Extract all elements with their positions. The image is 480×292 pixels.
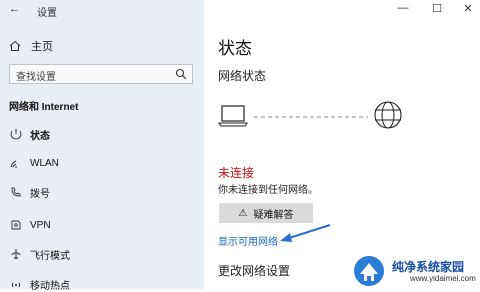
- network-diagram: [218, 101, 402, 129]
- sidebar-item-label: VPN: [30, 219, 51, 231]
- network-status-heading: 网络状态: [218, 69, 267, 83]
- dialup-icon: [9, 186, 23, 198]
- sidebar-item-label: WLAN: [30, 157, 59, 169]
- watermark: 纯净系统家园 www.yidaimei.com: [352, 252, 480, 289]
- sidebar-item-wlan[interactable]: WLAN: [9, 155, 59, 171]
- annotation-arrow-icon: [280, 223, 331, 242]
- show-available-networks-link[interactable]: 显示可用网络: [218, 233, 278, 248]
- troubleshoot-button[interactable]: ⚠ 疑难解答: [219, 203, 313, 223]
- laptop-icon: [218, 105, 249, 127]
- vpn-icon: [9, 219, 23, 231]
- close-button[interactable]: ✕: [461, 2, 475, 15]
- minimize-button[interactable]: —: [396, 2, 410, 14]
- home-nav-item[interactable]: 主页: [9, 38, 53, 54]
- airplane-icon: [9, 248, 23, 260]
- warning-icon: ⚠: [238, 207, 248, 219]
- sidebar-item-hotspot[interactable]: 移动热点: [9, 276, 70, 292]
- connection-status-description: 你未连接到任何网络。: [218, 185, 318, 196]
- watermark-logo-icon: [354, 256, 384, 286]
- page-title: 状态: [218, 39, 252, 58]
- search-input[interactable]: 查找设置: [9, 64, 193, 84]
- search-placeholder: 查找设置: [16, 72, 56, 83]
- maximize-button[interactable]: ☐: [430, 2, 444, 15]
- sidebar-item-label: 飞行模式: [30, 250, 70, 262]
- sidebar-item-label: 状态: [30, 130, 50, 142]
- app-title: 设置: [37, 8, 57, 19]
- home-icon: [9, 40, 21, 51]
- sidebar-item-dialup[interactable]: 拨号: [9, 184, 50, 200]
- troubleshoot-label: 疑难解答: [253, 209, 294, 221]
- sidebar-item-vpn[interactable]: VPN: [9, 217, 51, 233]
- sidebar-item-status[interactable]: 状态: [9, 126, 50, 142]
- connection-status: 未连接: [218, 166, 255, 180]
- back-arrow-icon[interactable]: ←: [9, 3, 20, 15]
- sidebar-item-label: 移动热点: [30, 280, 70, 292]
- hotspot-icon: [9, 278, 23, 290]
- wifi-icon: [9, 157, 23, 169]
- status-icon: [9, 128, 23, 140]
- change-network-settings-heading: 更改网络设置: [218, 264, 291, 278]
- watermark-url: www.yidaimei.com: [410, 274, 476, 283]
- title-bar: ← 设置 — ☐ ✕: [0, 0, 480, 20]
- search-icon[interactable]: [175, 68, 187, 80]
- sidebar-item-airplane-mode[interactable]: 飞行模式: [9, 246, 70, 262]
- globe-icon: [374, 101, 402, 129]
- sidebar-section-title: 网络和 Internet: [9, 102, 79, 113]
- sidebar-item-label: 拨号: [30, 188, 50, 200]
- home-label: 主页: [31, 41, 53, 53]
- watermark-title: 纯净系统家园: [392, 260, 465, 274]
